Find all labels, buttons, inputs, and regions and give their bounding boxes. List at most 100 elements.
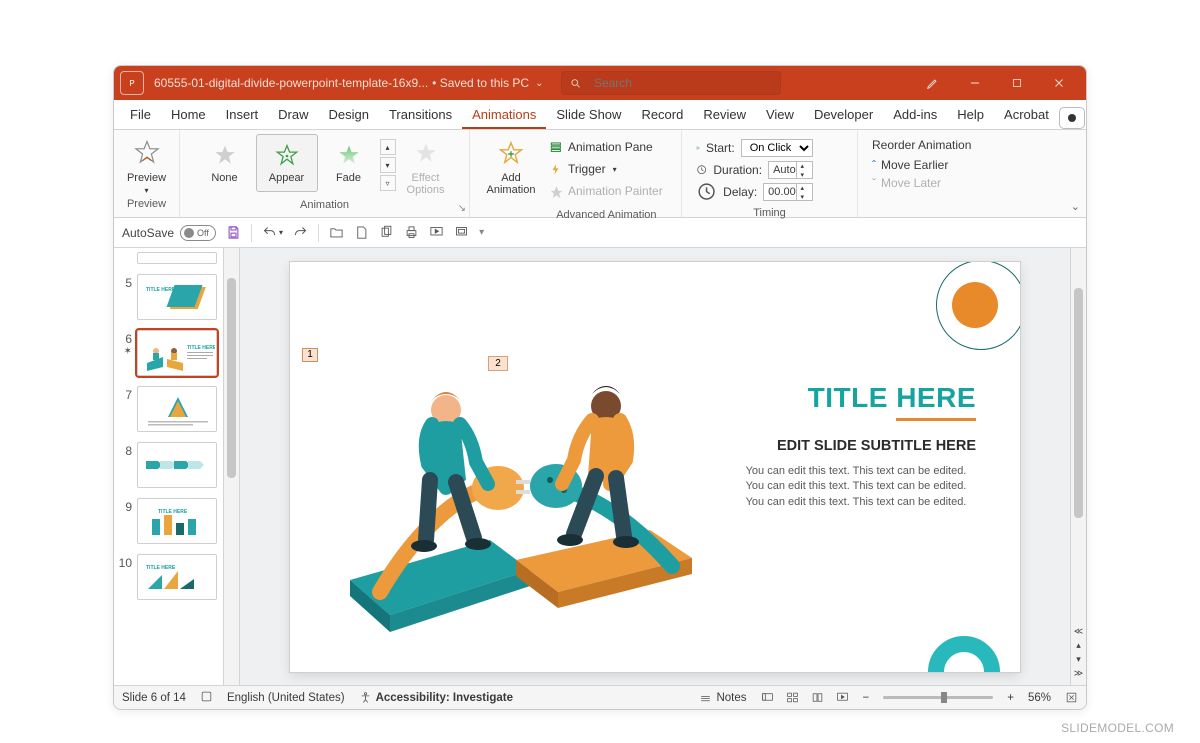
- preview-group-label: Preview: [127, 195, 166, 210]
- fit-to-window-icon[interactable]: [1065, 691, 1078, 704]
- autosave-toggle[interactable]: AutoSave Off: [122, 225, 216, 241]
- animation-pane-button[interactable]: Animation Pane: [550, 138, 663, 156]
- print-icon[interactable]: [404, 225, 419, 240]
- delay-input[interactable]: 00.00▴▾: [763, 183, 813, 201]
- add-animation-button[interactable]: Add Animation: [478, 134, 544, 196]
- title-underline: [896, 418, 976, 421]
- language-label[interactable]: English (United States): [227, 692, 345, 704]
- ribbon-tabs: File Home Insert Draw Design Transitions…: [114, 100, 1086, 130]
- tab-record[interactable]: Record: [631, 101, 693, 129]
- slide-thumbnails-panel: 5TITLE HERE 6✶TITLE HERE 7 8 9TITLE HERE…: [114, 248, 224, 685]
- copy-icon[interactable]: [379, 225, 394, 240]
- search-input[interactable]: [594, 76, 773, 90]
- animation-appear[interactable]: Appear: [256, 134, 318, 192]
- slide-canvas[interactable]: 1 2: [290, 262, 1020, 672]
- slide-thumbnail[interactable]: TITLE HERE: [137, 498, 217, 544]
- trigger-button[interactable]: Trigger▾: [550, 160, 663, 178]
- start-select[interactable]: On Click: [741, 139, 813, 157]
- tab-insert[interactable]: Insert: [216, 101, 269, 129]
- pen-icon[interactable]: [912, 66, 954, 100]
- preview-button[interactable]: Preview ▾: [120, 134, 174, 195]
- move-earlier-button[interactable]: ˆMove Earlier: [872, 156, 971, 174]
- minimize-button[interactable]: [954, 66, 996, 100]
- slide-thumbnail-selected[interactable]: TITLE HERE: [137, 330, 217, 376]
- slide-thumbnail[interactable]: TITLE HERE: [137, 554, 217, 600]
- normal-view-icon[interactable]: [761, 691, 774, 704]
- powerpoint-app-icon: P: [120, 71, 144, 95]
- tab-transitions[interactable]: Transitions: [379, 101, 462, 129]
- slide-thumbnail[interactable]: TITLE HERE: [137, 274, 217, 320]
- layout-icon[interactable]: [454, 225, 469, 240]
- svg-text:TITLE HERE: TITLE HERE: [146, 565, 176, 571]
- slide-subtitle[interactable]: EDIT SLIDE SUBTITLE HERE: [777, 438, 976, 454]
- slide-nav-buttons[interactable]: ≪▴▾≫: [1071, 626, 1086, 679]
- save-status[interactable]: • Saved to this PC: [432, 76, 529, 90]
- qat-customize-icon[interactable]: ▾: [479, 227, 484, 238]
- effect-options-button: Effect Options: [396, 134, 456, 196]
- powerpoint-window: P 60555-01-digital-divide-powerpoint-tem…: [113, 65, 1087, 710]
- slide-thumbnail[interactable]: [137, 386, 217, 432]
- save-icon[interactable]: [226, 225, 241, 240]
- clock-icon: [696, 181, 717, 202]
- notes-button[interactable]: Notes: [699, 691, 746, 704]
- advanced-group-label: Advanced Animation: [556, 206, 656, 221]
- tab-addins[interactable]: Add-ins: [883, 101, 947, 129]
- chevron-down-icon[interactable]: ⌄: [535, 78, 543, 89]
- editor-scrollbar[interactable]: ≪▴▾≫: [1070, 248, 1086, 685]
- animation-order-tag[interactable]: 1: [302, 348, 318, 362]
- slide-thumbnail[interactable]: [137, 442, 217, 488]
- spellcheck-icon[interactable]: [200, 690, 213, 706]
- new-file-icon[interactable]: [354, 225, 369, 240]
- animation-dialog-launcher-icon[interactable]: ↘: [458, 203, 466, 214]
- tab-slideshow[interactable]: Slide Show: [546, 101, 631, 129]
- undo-button[interactable]: ▾: [262, 225, 283, 240]
- thumbnail-scrollbar[interactable]: [224, 248, 240, 685]
- zoom-in-button[interactable]: +: [1007, 692, 1014, 704]
- title-bar: P 60555-01-digital-divide-powerpoint-tem…: [114, 66, 1086, 100]
- reading-view-icon[interactable]: [811, 691, 824, 704]
- tab-view[interactable]: View: [756, 101, 804, 129]
- sorter-view-icon[interactable]: [786, 691, 799, 704]
- search-box[interactable]: [561, 71, 781, 95]
- tab-home[interactable]: Home: [161, 101, 216, 129]
- watermark: SLIDEMODEL.COM: [1061, 721, 1174, 735]
- camera-mode-button[interactable]: [1059, 107, 1085, 129]
- accessibility-button[interactable]: Accessibility: Investigate: [359, 691, 513, 704]
- animation-gallery-scroll[interactable]: ▴ ▾ ▿: [380, 134, 396, 196]
- tab-draw[interactable]: Draw: [268, 101, 318, 129]
- duration-row: Duration: Auto▴▾: [696, 160, 813, 180]
- folder-open-icon[interactable]: [329, 225, 344, 240]
- slideshow-icon[interactable]: [429, 225, 444, 240]
- slide-thumbnail[interactable]: [137, 252, 217, 264]
- status-bar: Slide 6 of 14 English (United States) Ac…: [114, 685, 1086, 709]
- document-name[interactable]: 60555-01-digital-divide-powerpoint-templ…: [154, 76, 428, 90]
- animation-none[interactable]: None: [194, 134, 256, 192]
- start-row: Start: On Click: [696, 138, 813, 158]
- move-later-button: ˇMove Later: [872, 174, 971, 192]
- tab-review[interactable]: Review: [693, 101, 756, 129]
- tab-developer[interactable]: Developer: [804, 101, 883, 129]
- delay-row: Delay: 00.00▴▾: [696, 182, 813, 202]
- tab-animations[interactable]: Animations: [462, 101, 546, 129]
- maximize-button[interactable]: [996, 66, 1038, 100]
- slide-body-text[interactable]: You can edit this text. This text can be…: [736, 464, 976, 512]
- animation-indicator-icon: ✶: [118, 346, 132, 357]
- collapse-ribbon-icon[interactable]: ⌄: [1071, 200, 1080, 213]
- zoom-out-button[interactable]: −: [863, 692, 870, 704]
- slideshow-view-icon[interactable]: [836, 691, 849, 704]
- zoom-slider[interactable]: [883, 696, 993, 699]
- animation-fade[interactable]: Fade: [318, 134, 380, 192]
- duration-input[interactable]: Auto▴▾: [768, 161, 813, 179]
- zoom-value[interactable]: 56%: [1028, 692, 1051, 704]
- slide-editor[interactable]: 1 2: [240, 248, 1070, 685]
- tab-help[interactable]: Help: [947, 101, 994, 129]
- slide-illustration[interactable]: [320, 340, 720, 650]
- tab-acrobat[interactable]: Acrobat: [994, 101, 1059, 129]
- reorder-label: Reorder Animation: [872, 138, 971, 152]
- tab-file[interactable]: File: [120, 101, 161, 129]
- close-button[interactable]: [1038, 66, 1080, 100]
- slide-title[interactable]: TITLE HERE: [808, 382, 976, 414]
- redo-button[interactable]: [293, 225, 308, 240]
- tab-design[interactable]: Design: [319, 101, 379, 129]
- slide-counter[interactable]: Slide 6 of 14: [122, 692, 186, 704]
